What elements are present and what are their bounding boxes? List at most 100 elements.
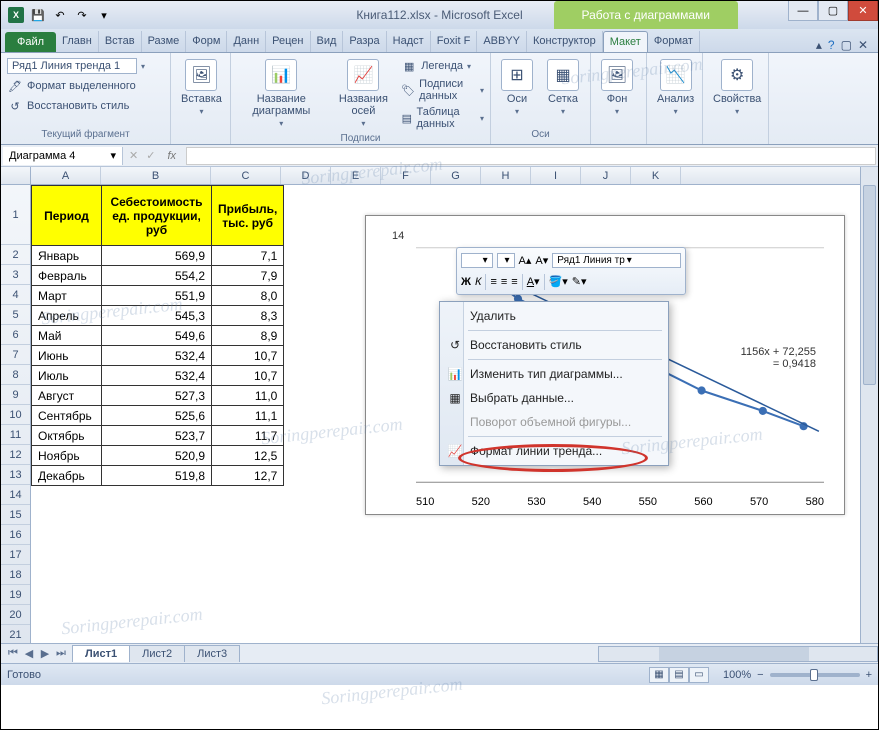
background-button[interactable]: 🖼Фон▾: [597, 57, 637, 118]
cell[interactable]: Ноябрь: [32, 446, 102, 466]
column-header[interactable]: A: [31, 167, 101, 184]
row-header[interactable]: 5: [1, 305, 30, 325]
row-header[interactable]: 1: [1, 185, 30, 245]
fx-icon[interactable]: fx: [159, 150, 184, 162]
enter-formula-icon[interactable]: ✓: [142, 149, 159, 162]
close-button[interactable]: ✕: [848, 1, 878, 21]
menu-item-change-chart-type[interactable]: 📊Изменить тип диаграммы...: [442, 362, 666, 386]
horizontal-scrollbar[interactable]: [598, 646, 878, 662]
cell[interactable]: Август: [32, 386, 102, 406]
tab-формат[interactable]: Формат: [648, 31, 700, 52]
align-center-icon[interactable]: ≡: [501, 276, 507, 288]
cell[interactable]: 545,3: [102, 306, 212, 326]
redo-icon[interactable]: ↷: [73, 6, 91, 24]
table-row[interactable]: Февраль554,27,9: [32, 266, 284, 286]
tab-главн[interactable]: Главн: [56, 31, 99, 52]
minimize-ribbon-icon[interactable]: ▴: [816, 38, 822, 52]
cell[interactable]: 7,9: [212, 266, 284, 286]
help-icon[interactable]: ?: [828, 38, 835, 52]
cell[interactable]: 8,0: [212, 286, 284, 306]
row-header[interactable]: 17: [1, 545, 30, 565]
table-row[interactable]: Ноябрь520,912,5: [32, 446, 284, 466]
decrease-font-icon[interactable]: A▾: [535, 254, 548, 267]
select-all-corner[interactable]: [1, 167, 31, 184]
properties-button[interactable]: ⚙Свойства▾: [709, 57, 765, 118]
cell[interactable]: 11,1: [212, 406, 284, 426]
format-selection-button[interactable]: 🖊Формат выделенного: [7, 77, 136, 95]
tab-встав[interactable]: Встав: [99, 31, 142, 52]
scrollbar-thumb[interactable]: [863, 185, 876, 385]
tab-разра[interactable]: Разра: [343, 31, 386, 52]
sheet-tab-1[interactable]: Лист1: [72, 645, 130, 662]
minimize-button[interactable]: —: [788, 1, 818, 21]
header-profit[interactable]: Прибыль, тыс. руб: [212, 186, 284, 246]
mini-series-selector[interactable]: Ряд1 Линия тр▾: [552, 253, 681, 268]
row-header[interactable]: 9: [1, 385, 30, 405]
bold-icon[interactable]: Ж: [461, 276, 471, 288]
save-icon[interactable]: 💾: [29, 6, 47, 24]
row-header[interactable]: 11: [1, 425, 30, 445]
align-left-icon[interactable]: ≡: [490, 276, 496, 288]
row-header[interactable]: 2: [1, 245, 30, 265]
cell[interactable]: Май: [32, 326, 102, 346]
table-row[interactable]: Июль532,410,7: [32, 366, 284, 386]
undo-icon[interactable]: ↶: [51, 6, 69, 24]
data-labels-button[interactable]: 🏷Подписи данных ▾: [401, 77, 484, 103]
row-header[interactable]: 12: [1, 445, 30, 465]
cell[interactable]: Декабрь: [32, 466, 102, 486]
cell[interactable]: 532,4: [102, 366, 212, 386]
table-row[interactable]: Декабрь519,812,7: [32, 466, 284, 486]
cancel-formula-icon[interactable]: ✕: [125, 149, 142, 162]
column-header[interactable]: B: [101, 167, 211, 184]
data-table[interactable]: Период Себестоимость ед. продукции, руб …: [31, 185, 284, 486]
sheet-nav-next-icon[interactable]: ▶: [37, 647, 53, 660]
formula-input[interactable]: [186, 147, 876, 165]
reset-style-button[interactable]: ↺Восстановить стиль: [7, 97, 129, 115]
cell[interactable]: 569,9: [102, 246, 212, 266]
column-header[interactable]: J: [581, 167, 631, 184]
cell[interactable]: 11,7: [212, 426, 284, 446]
zoom-slider[interactable]: [770, 673, 860, 677]
cell[interactable]: 549,6: [102, 326, 212, 346]
cell[interactable]: Апрель: [32, 306, 102, 326]
cell[interactable]: Март: [32, 286, 102, 306]
name-box-dropdown-icon[interactable]: ▾: [110, 149, 116, 162]
row-header[interactable]: 16: [1, 525, 30, 545]
row-header[interactable]: 19: [1, 585, 30, 605]
table-row[interactable]: Июнь532,410,7: [32, 346, 284, 366]
cell[interactable]: 525,6: [102, 406, 212, 426]
worksheet-grid[interactable]: ABCDEFGHIJK 1234567891011121314151617181…: [1, 167, 878, 643]
zoom-out-icon[interactable]: −: [757, 669, 763, 681]
increase-font-icon[interactable]: A▴: [519, 254, 532, 267]
window-close-icon[interactable]: ✕: [858, 38, 868, 52]
tab-вид[interactable]: Вид: [311, 31, 344, 52]
tab-file[interactable]: Файл: [5, 32, 56, 52]
vertical-scrollbar[interactable]: [860, 167, 878, 643]
table-row[interactable]: Март551,98,0: [32, 286, 284, 306]
table-row[interactable]: Сентябрь525,611,1: [32, 406, 284, 426]
cell[interactable]: 11,0: [212, 386, 284, 406]
sheet-tab-2[interactable]: Лист2: [129, 645, 185, 662]
column-header[interactable]: I: [531, 167, 581, 184]
row-header[interactable]: 4: [1, 285, 30, 305]
cell[interactable]: 10,7: [212, 366, 284, 386]
tab-данн[interactable]: Данн: [227, 31, 266, 52]
table-row[interactable]: Октябрь523,711,7: [32, 426, 284, 446]
row-header[interactable]: 10: [1, 405, 30, 425]
zoom-in-icon[interactable]: +: [866, 669, 872, 681]
cell[interactable]: 12,5: [212, 446, 284, 466]
column-header[interactable]: F: [381, 167, 431, 184]
cell[interactable]: Июнь: [32, 346, 102, 366]
cell[interactable]: 551,9: [102, 286, 212, 306]
cell[interactable]: 554,2: [102, 266, 212, 286]
analysis-button[interactable]: 📉Анализ▾: [653, 57, 698, 118]
data-table-button[interactable]: ▤Таблица данных ▾: [401, 105, 484, 131]
tab-надст[interactable]: Надст: [387, 31, 431, 52]
menu-item-format-trendline[interactable]: 📈Формат линии тренда...: [442, 439, 666, 463]
menu-item-select-data[interactable]: ▦Выбрать данные...: [442, 386, 666, 410]
row-header[interactable]: 21: [1, 625, 30, 643]
page-layout-view-icon[interactable]: ▤: [669, 667, 689, 683]
page-break-view-icon[interactable]: ▭: [689, 667, 709, 683]
row-header[interactable]: 6: [1, 325, 30, 345]
axes-button[interactable]: ⊞Оси▾: [497, 57, 537, 118]
